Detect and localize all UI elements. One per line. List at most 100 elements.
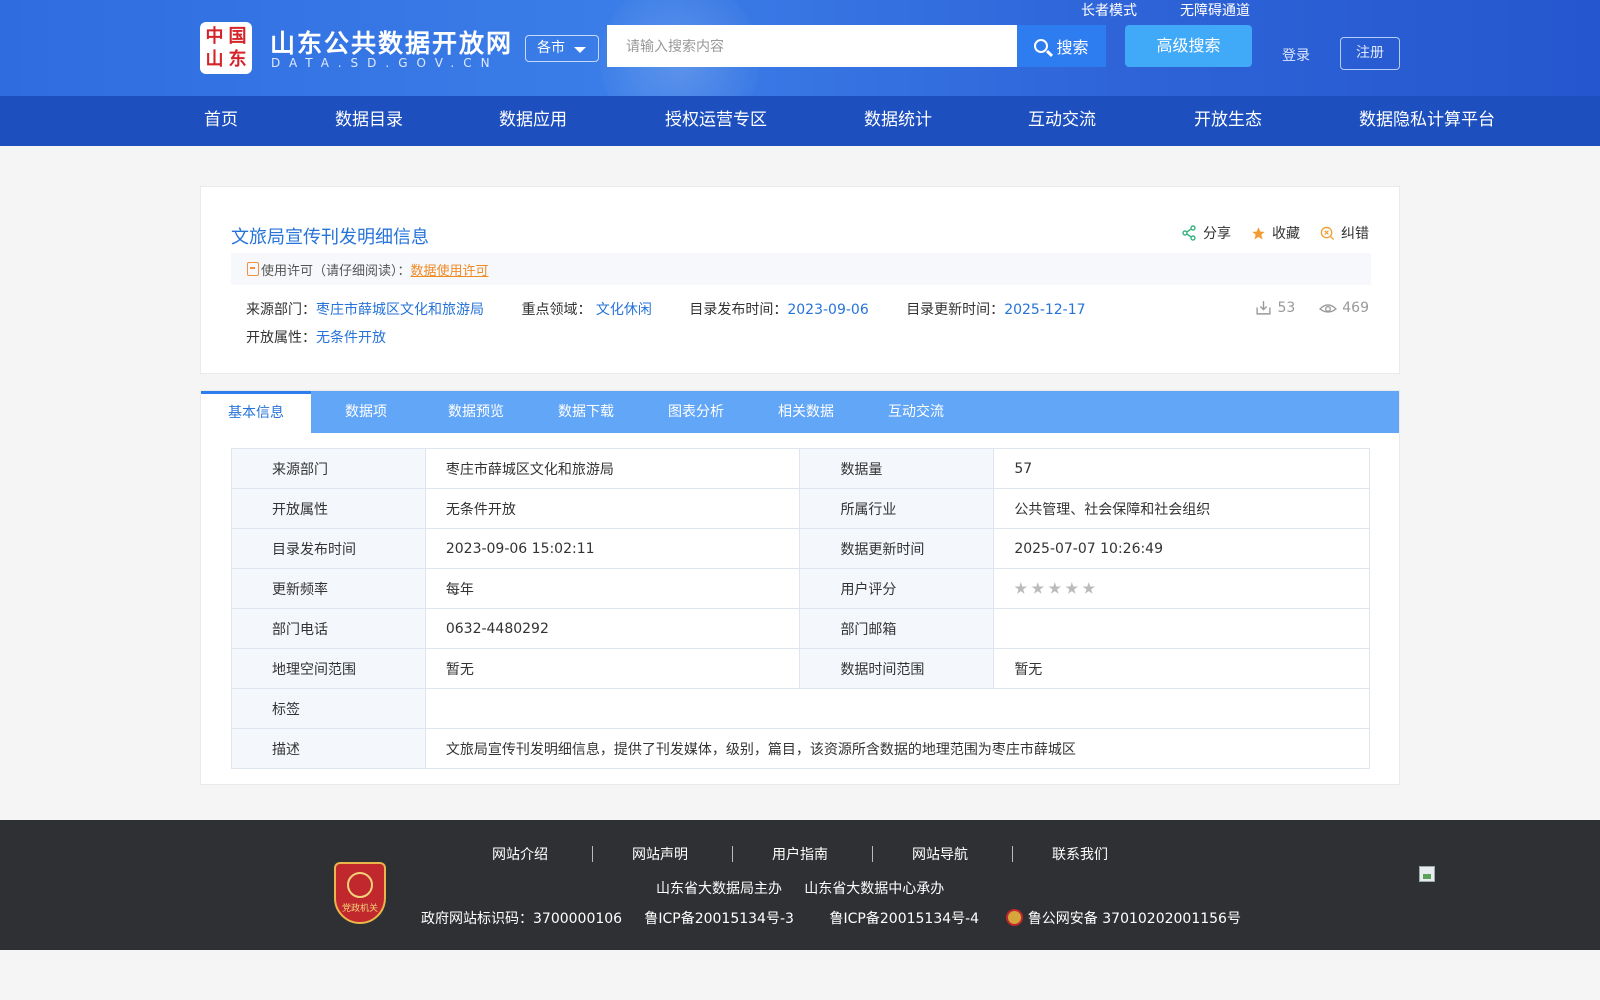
view-count: 469 — [1319, 299, 1369, 316]
footer-host: 山东省大数据局主办 — [656, 881, 782, 897]
main-nav: 首页 数据目录 数据应用 授权运营专区 数据统计 互动交流 开放生态 数据隐私计… — [0, 96, 1600, 146]
tab-data-download[interactable]: 数据下载 — [531, 391, 641, 433]
nav-item-privacy-computing[interactable]: 数据隐私计算平台 — [1359, 96, 1495, 146]
view-count-value: 469 — [1342, 299, 1369, 316]
dataset-stats: 53 469 — [1255, 299, 1369, 316]
source-label: 来源部门： — [246, 302, 316, 318]
open-value: 无条件开放 — [316, 330, 386, 346]
police-record[interactable]: 鲁公网安备 37010202001156号 — [1028, 911, 1241, 927]
table-key: 标签 — [231, 688, 426, 729]
tab-data-preview[interactable]: 数据预览 — [421, 391, 531, 433]
footer-divider — [872, 846, 873, 862]
dataset-actions: 分享 收藏 纠错 — [1181, 223, 1369, 243]
rating-star-icon[interactable] — [1014, 582, 1028, 594]
detail-tabs: 基本信息 数据项 数据预览 数据下载 图表分析 相关数据 互动交流 — [201, 391, 1399, 433]
update-value: 2025-12-17 — [1004, 302, 1086, 318]
register-button[interactable]: 注册 — [1340, 37, 1400, 70]
police-badge-icon — [1005, 909, 1023, 926]
site-subtitle: DATA.SD.GOV.CN — [271, 56, 499, 70]
rating-star-icon[interactable] — [1082, 582, 1096, 594]
accessibility-link[interactable]: 无障碍通道 — [1180, 0, 1250, 20]
search-button[interactable]: 搜索 — [1017, 25, 1106, 67]
logo-seal-icon: 中 国 山 东 — [200, 22, 252, 74]
caret-down-icon — [574, 47, 586, 53]
nav-item-catalog[interactable]: 数据目录 — [335, 96, 403, 146]
rating-star-icon[interactable] — [1031, 582, 1045, 594]
star-icon — [1252, 226, 1265, 239]
dataset-detail-panel: 基本信息 数据项 数据预览 数据下载 图表分析 相关数据 互动交流 来源部门 枣… — [200, 390, 1400, 785]
logo-char: 山 — [205, 49, 224, 70]
icp-record-4[interactable]: 鲁ICP备20015134号-4 — [830, 911, 980, 927]
report-error-label: 纠错 — [1341, 226, 1369, 242]
footer-link-guide[interactable]: 用户指南 — [772, 844, 828, 864]
license-bar: 使用许可（请仔细阅读）： 数据使用许可 — [231, 253, 1371, 285]
share-icon — [1182, 225, 1196, 241]
tab-basic-info[interactable]: 基本信息 — [201, 391, 311, 433]
footer-divider — [1012, 846, 1013, 862]
rating-star-icon[interactable] — [1048, 582, 1062, 594]
login-link[interactable]: 登录 — [1282, 45, 1310, 65]
table-key: 开放属性 — [231, 488, 426, 529]
footer-link-statement[interactable]: 网站声明 — [632, 844, 688, 864]
footer-organizer: 山东省大数据中心承办 — [804, 881, 945, 897]
table-key: 部门电话 — [231, 608, 426, 649]
broken-image-icon[interactable] — [1419, 866, 1435, 882]
tab-related-data[interactable]: 相关数据 — [751, 391, 861, 433]
search-input[interactable] — [607, 25, 1018, 67]
nav-item-ecosystem[interactable]: 开放生态 — [1194, 96, 1262, 146]
table-key: 地理空间范围 — [231, 648, 426, 689]
source-value[interactable]: 枣庄市薛城区文化和旅游局 — [316, 302, 484, 318]
license-prefix: 使用许可（请仔细阅读）： — [261, 263, 411, 279]
field-value[interactable]: 文化休闲 — [596, 302, 652, 318]
favorite-button[interactable]: 收藏 — [1251, 223, 1300, 243]
share-label: 分享 — [1203, 226, 1231, 242]
party-gov-badge-icon[interactable]: 党政机关 — [334, 862, 386, 924]
footer-divider — [592, 846, 593, 862]
table-row: 地理空间范围 暂无 数据时间范围 暂无 — [231, 648, 1370, 689]
rating-star-icon[interactable] — [1065, 582, 1079, 594]
tab-chart-analysis[interactable]: 图表分析 — [641, 391, 751, 433]
table-row: 部门电话 0632-4480292 部门邮箱 — [231, 608, 1370, 649]
nav-item-home[interactable]: 首页 — [204, 96, 238, 146]
search-icon — [1034, 39, 1049, 53]
gov-site-id: 政府网站标识码：3700000106 — [421, 911, 623, 927]
table-value: 0632-4480292 — [424, 608, 801, 649]
logo-char: 中 — [205, 26, 224, 47]
table-key: 描述 — [231, 728, 426, 769]
footer-divider — [732, 846, 733, 862]
table-key: 目录发布时间 — [231, 528, 426, 569]
city-select-label: 各市 — [537, 40, 565, 56]
nav-item-statistics[interactable]: 数据统计 — [864, 96, 932, 146]
report-error-button[interactable]: 纠错 — [1320, 223, 1369, 243]
table-value: 2025-07-07 10:26:49 — [993, 528, 1370, 569]
publish-label: 目录发布时间： — [689, 302, 788, 318]
footer-link-contact[interactable]: 联系我们 — [1052, 844, 1108, 864]
open-label: 开放属性： — [246, 330, 316, 346]
footer-link-about[interactable]: 网站介绍 — [492, 844, 548, 864]
table-value: 无条件开放 — [424, 488, 801, 529]
nav-item-authorized-ops[interactable]: 授权运营专区 — [665, 96, 767, 146]
site-logo[interactable]: 中 国 山 东 山东公共数据开放网 DATA.SD.GOV.CN — [200, 22, 511, 74]
table-value: 2023-09-06 15:02:11 — [424, 528, 801, 569]
rating-stars[interactable] — [1014, 582, 1096, 595]
footer-link-sitemap[interactable]: 网站导航 — [912, 844, 968, 864]
eye-icon — [1319, 303, 1338, 313]
table-value — [424, 688, 1371, 729]
table-row: 开放属性 无条件开放 所属行业 公共管理、社会保障和社会组织 — [231, 488, 1370, 529]
field-label: 重点领域： — [521, 302, 592, 318]
advanced-search-button[interactable]: 高级搜索 — [1125, 25, 1252, 67]
nav-item-interaction[interactable]: 互动交流 — [1028, 96, 1096, 146]
elder-mode-link[interactable]: 长者模式 — [1081, 0, 1137, 20]
table-key: 数据时间范围 — [799, 648, 995, 689]
site-title: 山东公共数据开放网 — [270, 29, 514, 58]
error-report-icon — [1320, 226, 1335, 240]
city-select[interactable]: 各市 — [525, 35, 599, 62]
tab-data-items[interactable]: 数据项 — [311, 391, 421, 433]
share-button[interactable]: 分享 — [1181, 223, 1231, 243]
icp-record-3[interactable]: 鲁ICP备20015134号-3 — [644, 911, 794, 927]
table-row: 来源部门 枣庄市薛城区文化和旅游局 数据量 57 — [231, 448, 1370, 489]
table-value: 每年 — [424, 568, 801, 609]
license-link[interactable]: 数据使用许可 — [411, 260, 489, 279]
tab-interaction[interactable]: 互动交流 — [861, 391, 971, 433]
nav-item-apps[interactable]: 数据应用 — [499, 96, 567, 146]
